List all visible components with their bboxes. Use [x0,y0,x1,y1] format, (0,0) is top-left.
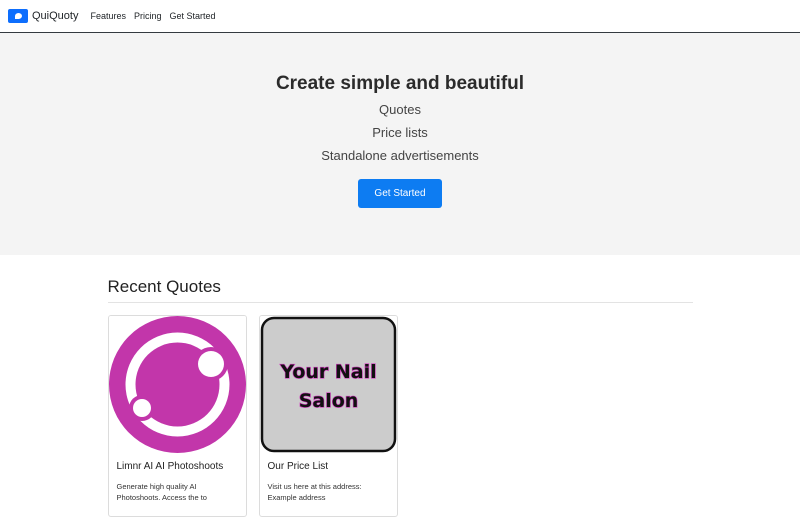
sign-text-line-1: Your Nail [279,361,376,383]
hero-section: Create simple and beautiful Quotes Price… [0,33,800,255]
tag-icon [8,9,28,23]
brand-link[interactable]: QuiQuoty [8,9,78,23]
quote-card-text: Generate high quality AI Photoshoots. Ac… [116,482,207,502]
nav-link-pricing[interactable]: Pricing [134,11,162,21]
recent-quotes-section: Recent Quotes Limnr AI AI Photoshoots Ge… [107,255,693,517]
hero-line-quotes: Quotes [379,102,421,117]
hero-title: Create simple and beautiful [275,73,525,94]
sign-text-line-2: Salon [298,390,358,412]
get-started-button[interactable]: Get Started [358,179,442,208]
nail-salon-sign-image: Your Nail Salon [259,316,397,453]
brand-name: QuiQuoty [32,10,79,22]
recent-quotes-heading: Recent Quotes [107,277,693,303]
quote-card-title: Our Price List [267,461,329,472]
hero-line-price-lists: Price lists [372,125,428,140]
top-navbar: QuiQuoty Features Pricing Get Started [0,0,800,33]
pink-circle-logo-image [108,316,246,453]
quote-card[interactable]: Your Nail Salon Our Price List Visit us … [258,315,398,517]
quote-card-title: Limnr AI AI Photoshoots [116,461,224,472]
quote-card[interactable]: Limnr AI AI Photoshoots Generate high qu… [107,315,247,517]
quote-card-text: Visit us here at this address: Example a… [267,482,362,502]
nav-link-get-started[interactable]: Get Started [170,11,216,21]
hero-line-advertisements: Standalone advertisements [321,148,479,163]
quote-card-list: Limnr AI AI Photoshoots Generate high qu… [107,315,693,517]
nav-link-features[interactable]: Features [90,11,126,21]
